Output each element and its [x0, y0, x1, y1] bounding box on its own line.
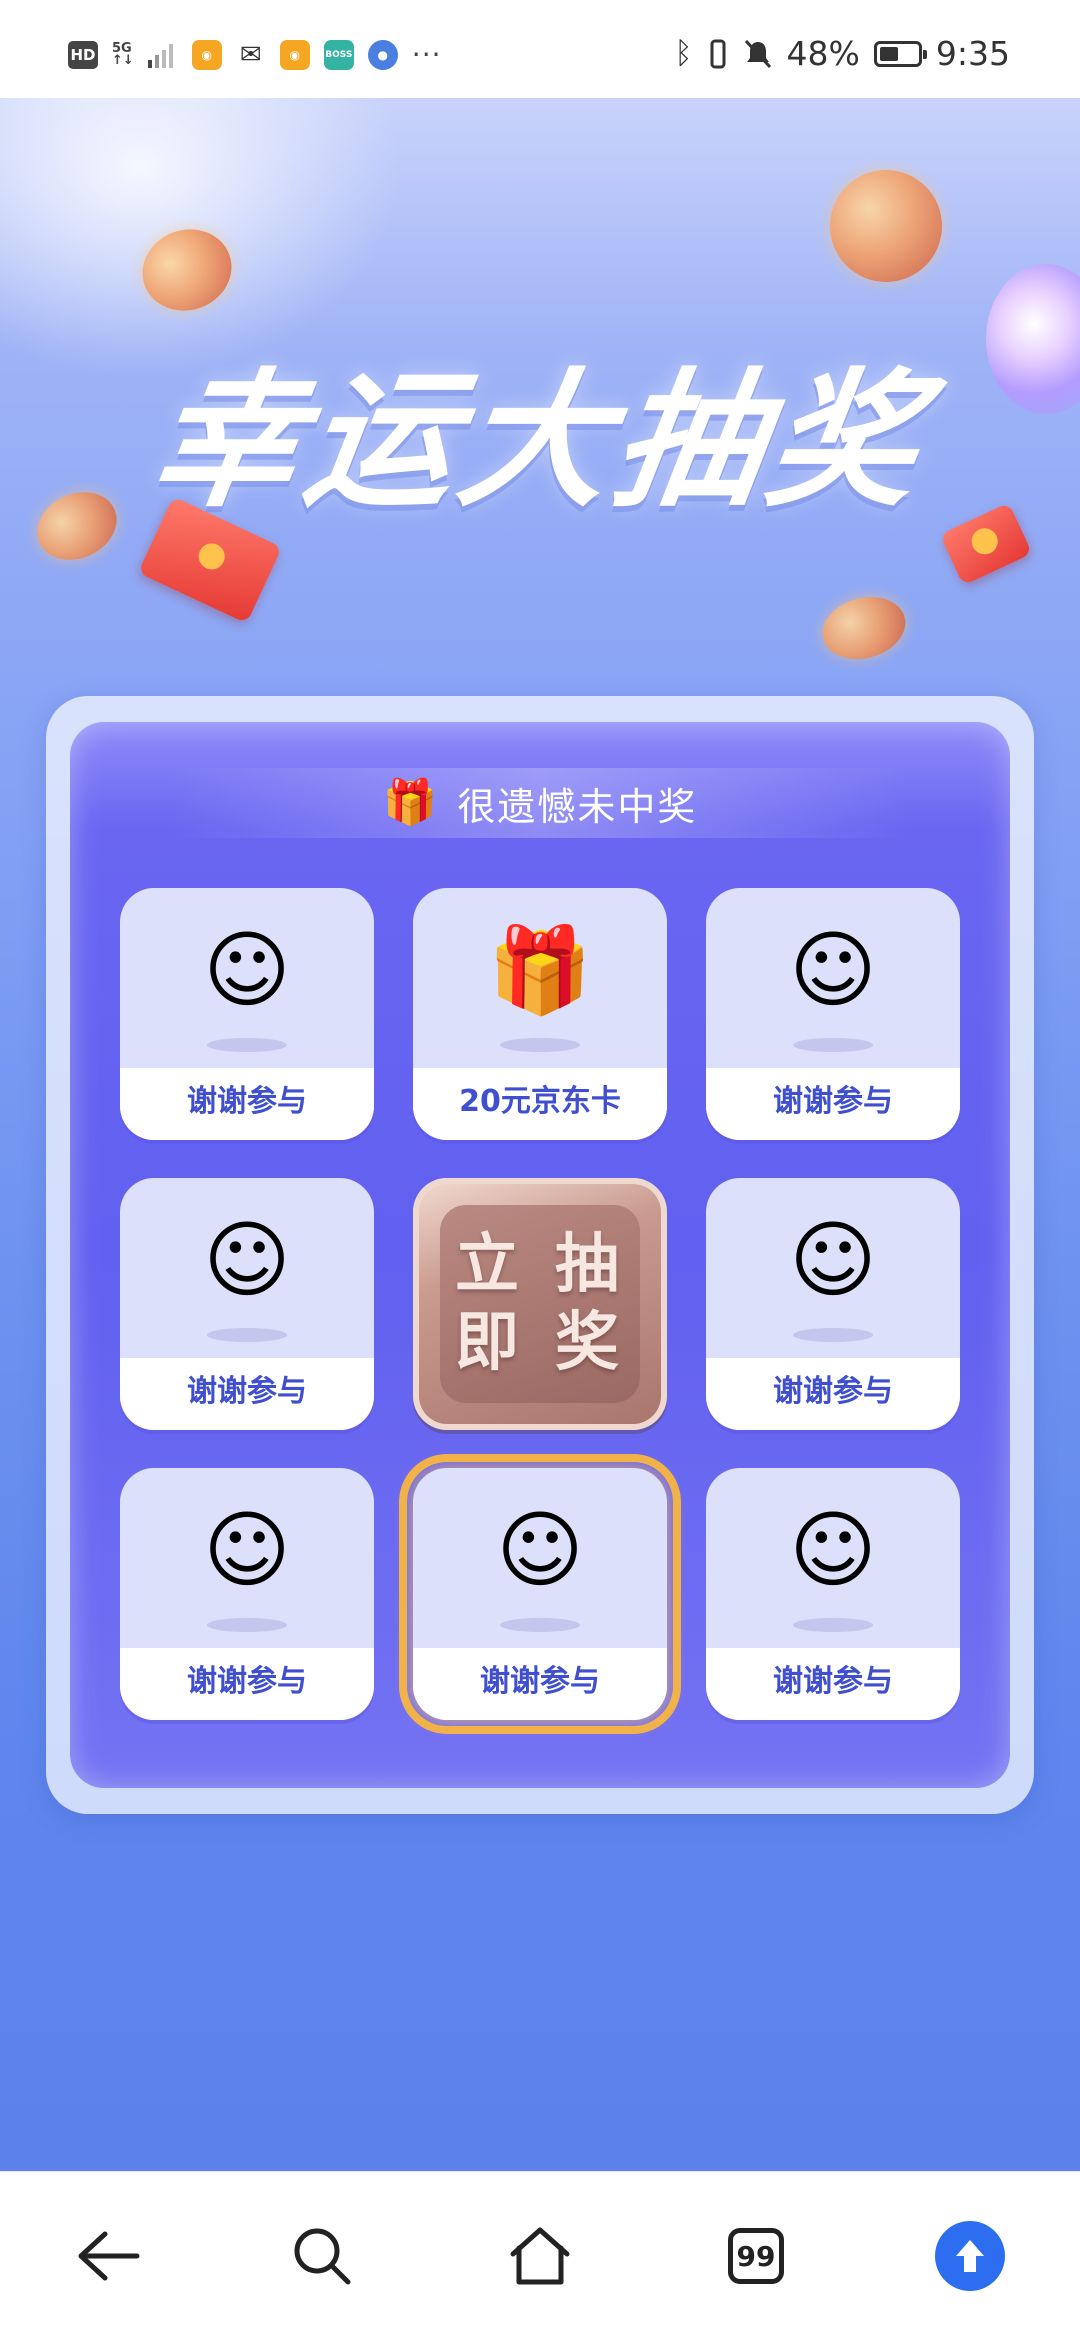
upload-button[interactable] [932, 2218, 1008, 2294]
hd-icon: HD [68, 40, 98, 69]
search-button[interactable] [284, 2218, 360, 2294]
browser-icon: ● [367, 39, 398, 70]
home-button[interactable] [502, 2218, 578, 2294]
gift-icon: 🎁 [382, 777, 438, 828]
network-indicator: 5G ↑↓ [112, 40, 134, 68]
signal-icon [147, 43, 173, 68]
page-title: 幸运大抽奖 [141, 355, 936, 527]
prize-label: 谢谢参与 [120, 1648, 374, 1720]
boss-zhipin-icon: BOSS [323, 39, 354, 70]
prize-cell: ☺ 谢谢参与 [706, 1178, 960, 1430]
smile-face-icon: ☺ [203, 1501, 291, 1599]
draw-now-label-line: 抽奖 [555, 1228, 625, 1380]
coin-decoration [815, 588, 913, 668]
back-button[interactable] [70, 2218, 146, 2294]
wechat-icon: ✉ [235, 39, 266, 70]
weibo-icon: ◉ [191, 39, 222, 70]
browser-bottom-nav: 99 [0, 2171, 1080, 2340]
vibrate-icon [710, 39, 726, 68]
battery-percent: 48% [786, 34, 860, 73]
smile-face-icon: ☺ [789, 921, 877, 1019]
prize-cell: ☺ 谢谢参与 [706, 888, 960, 1140]
status-bar: HD 5G ↑↓ ◉ ✉ ◉ BOSS ● ··· ᛒ 48% 9:35 [0, 0, 1080, 98]
prize-cell: ☺ 谢谢参与 [120, 888, 374, 1140]
mute-bell-icon [744, 39, 771, 68]
clock: 9:35 [935, 34, 1010, 73]
tabs-icon: 99 [728, 2228, 784, 2284]
upload-arrow-icon [935, 2221, 1005, 2291]
lottery-page: 幸运大抽奖 🎁 很遗憾未中奖 ☺ 谢谢参与 🎁 20元京东卡 ☺ 谢谢参与 ☺ … [0, 98, 1080, 2172]
prize-label: 谢谢参与 [120, 1358, 374, 1430]
smile-face-icon: ☺ [496, 1501, 584, 1599]
tabs-button[interactable]: 99 [718, 2218, 794, 2294]
result-text: 很遗憾未中奖 [457, 784, 698, 829]
home-icon [510, 2227, 570, 2285]
prize-label: 谢谢参与 [413, 1648, 667, 1720]
back-arrow-icon [78, 2231, 140, 2281]
prize-label: 谢谢参与 [706, 1648, 960, 1720]
lottery-panel: 🎁 很遗憾未中奖 ☺ 谢谢参与 🎁 20元京东卡 ☺ 谢谢参与 ☺ 谢谢参与 立… [46, 696, 1034, 1814]
battery-icon [873, 40, 927, 67]
search-icon [294, 2228, 351, 2285]
prize-label: 20元京东卡 [413, 1068, 667, 1140]
gift-box-icon: 🎁 [487, 921, 593, 1019]
bluetooth-icon: ᛒ [674, 36, 693, 71]
draw-now-button[interactable]: 立即 抽奖 [413, 1178, 667, 1430]
lottery-panel-inner: 🎁 很遗憾未中奖 ☺ 谢谢参与 🎁 20元京东卡 ☺ 谢谢参与 ☺ 谢谢参与 立… [70, 722, 1010, 1788]
more-notifications-icon: ··· [411, 38, 442, 71]
draw-now-label-line: 立即 [455, 1228, 525, 1380]
smile-face-icon: ☺ [203, 921, 291, 1019]
prize-grid: ☺ 谢谢参与 🎁 20元京东卡 ☺ 谢谢参与 ☺ 谢谢参与 立即 抽奖 ☺ 谢谢… [120, 888, 960, 1734]
coin-decoration [830, 170, 942, 282]
prize-cell: ☺ 谢谢参与 [120, 1468, 374, 1720]
prize-cell: 🎁 20元京东卡 [413, 888, 667, 1140]
smile-face-icon: ☺ [789, 1211, 877, 1309]
prize-cell: ☺ 谢谢参与 [120, 1178, 374, 1430]
weibo-icon: ◉ [279, 39, 310, 70]
prize-label: 谢谢参与 [706, 1358, 960, 1430]
prize-label: 谢谢参与 [706, 1068, 960, 1140]
prize-cell: ☺ 谢谢参与 [706, 1468, 960, 1720]
result-banner: 🎁 很遗憾未中奖 [170, 768, 910, 838]
prize-label: 谢谢参与 [120, 1068, 374, 1140]
smile-face-icon: ☺ [789, 1501, 877, 1599]
smile-face-icon: ☺ [203, 1211, 291, 1309]
draw-now-label: 立即 抽奖 [440, 1205, 640, 1403]
prize-cell-highlighted: ☺ 谢谢参与 [399, 1454, 681, 1734]
